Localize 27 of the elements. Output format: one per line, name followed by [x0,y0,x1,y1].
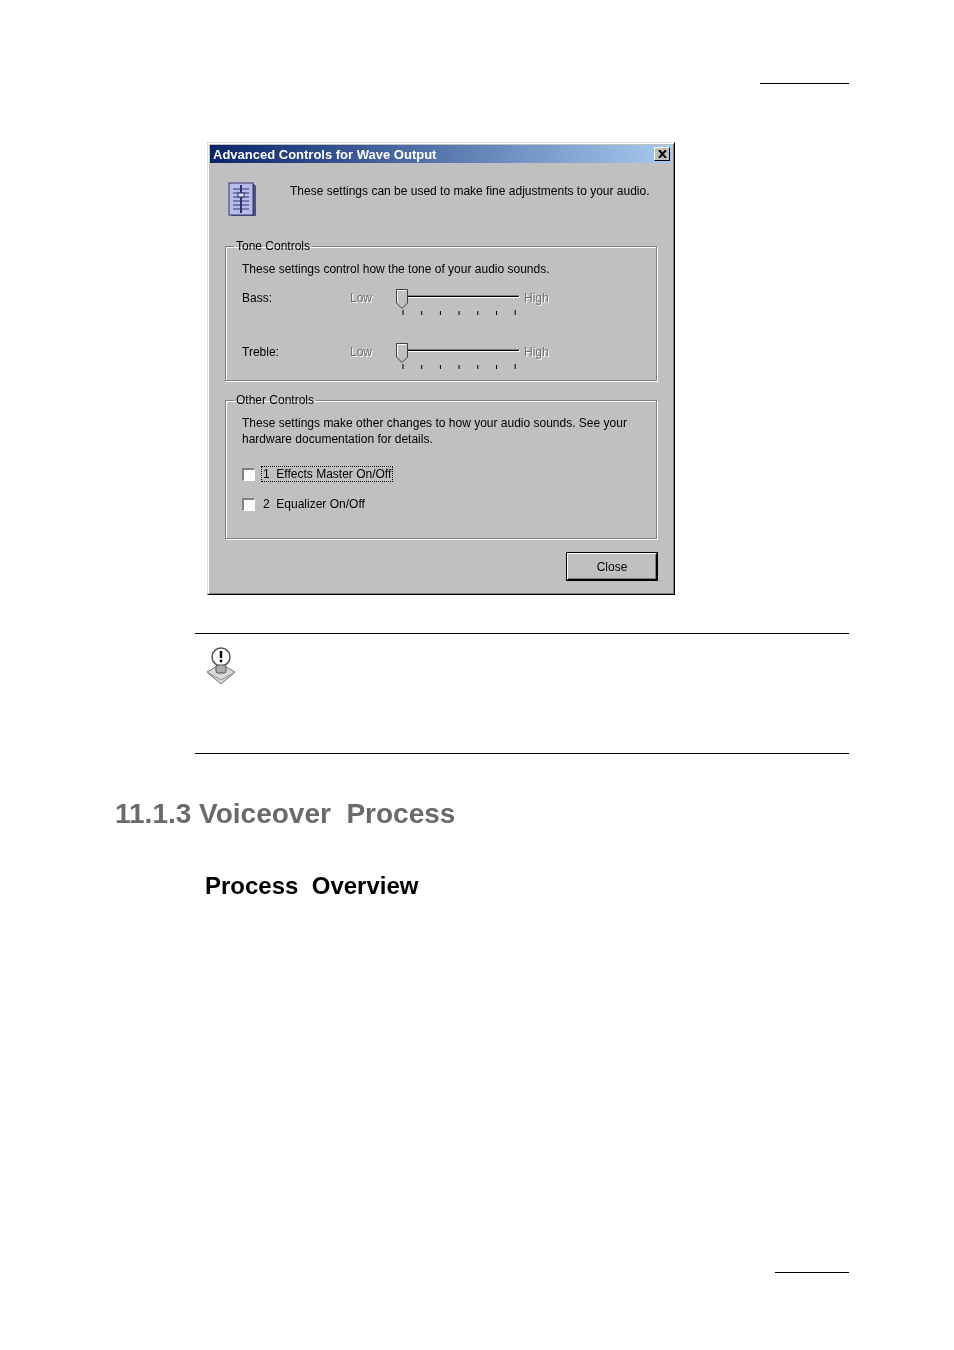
group-description: These settings make other changes to how your audio sounds. See your hardware documentation for details. [242,415,628,447]
group-description: These settings control how the tone of your audio sounds. [242,261,551,277]
checkbox[interactable] [242,467,255,481]
slider-thumb[interactable] [396,343,408,363]
intro-text: These settings can be used to make fine adjustments to your audio. [290,183,650,200]
group-title: Other Controls [235,393,316,407]
slider-label: Bass: [242,290,273,305]
slider-thumb[interactable] [396,289,408,309]
checkbox-label[interactable]: 1 Effects Master On/Off [261,466,394,482]
slider-max-label: High [524,344,550,359]
lightbulb-icon [205,646,237,686]
close-button[interactable] [654,147,670,161]
subsection-heading: Process Overview [205,872,420,900]
checkbox-label[interactable]: 2 Equalizer On/Off [261,496,367,512]
window-title: Advanced Controls for Wave Output [213,146,437,162]
close-button[interactable]: Close [567,553,657,580]
slider-track[interactable] [396,343,522,363]
slider-min-label: Low [350,344,373,359]
slider-max-label: High [524,290,550,305]
equalizer-icon [226,181,258,217]
slider-label: Treble: [242,344,280,359]
slider-min-label: Low [350,290,373,305]
checkbox[interactable] [242,497,255,511]
close-icon [657,150,667,158]
slider-track[interactable] [396,289,522,309]
group-title: Tone Controls [235,239,312,253]
section-heading: 11.1.3 Voiceover Process [115,798,457,830]
